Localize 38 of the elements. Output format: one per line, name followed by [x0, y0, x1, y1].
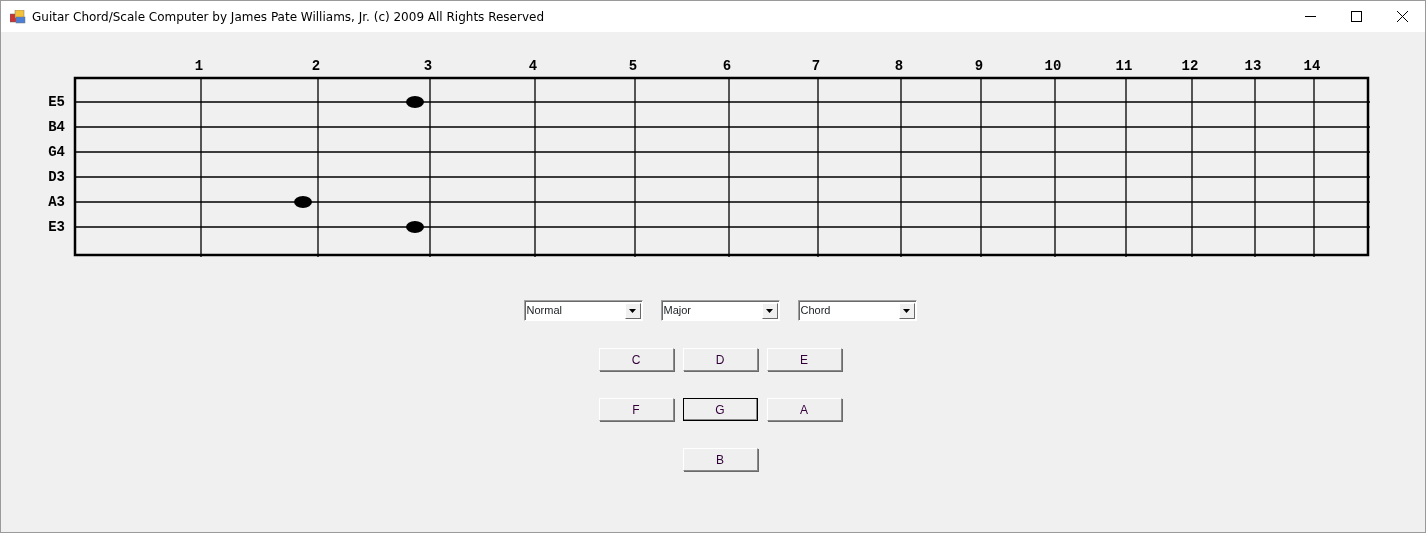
note-button[interactable]: B: [682, 448, 758, 471]
fret-number: 12: [1181, 58, 1199, 74]
string-label: E3: [48, 219, 65, 235]
note-button[interactable]: E: [766, 348, 842, 371]
string-label: A3: [48, 194, 65, 210]
minimize-icon: [1304, 15, 1316, 18]
dropdown[interactable]: Normal: [523, 300, 643, 321]
fret-number: 3: [423, 58, 433, 74]
fret-number: 9: [974, 58, 984, 74]
fret-number: 7: [811, 58, 821, 74]
note-button[interactable]: F: [598, 398, 674, 421]
dropdown-arrow-icon: [629, 308, 636, 313]
fret-number: 11: [1115, 58, 1133, 74]
fret-number: 8: [894, 58, 904, 74]
fret-number: 14: [1303, 58, 1321, 74]
string-label: D3: [48, 169, 65, 185]
maximize-icon: [1350, 11, 1362, 22]
close-icon: [1396, 11, 1408, 22]
fret-number: 1: [194, 58, 204, 74]
fret-number: 4: [528, 58, 538, 74]
fret-number: 2: [311, 58, 321, 74]
string-label: E5: [48, 94, 65, 110]
fret-number: 5: [628, 58, 638, 74]
app-icon: [10, 9, 26, 24]
dropdown[interactable]: Major: [660, 300, 780, 321]
note-button[interactable]: G: [682, 398, 758, 421]
string-label: B4: [48, 119, 65, 135]
fret-number: 13: [1244, 58, 1262, 74]
fret-number: 10: [1044, 58, 1062, 74]
string-label: G4: [48, 144, 65, 160]
dropdown-arrow-icon: [766, 308, 773, 313]
fret-number: 6: [722, 58, 732, 74]
note-button[interactable]: C: [598, 348, 674, 371]
window-title: Guitar Chord/Scale Computer by James Pate Williams, Jr. (c) 2009 All Rights Reserved: [32, 8, 545, 26]
dropdown[interactable]: Chord: [797, 300, 917, 321]
note-button[interactable]: D: [682, 348, 758, 371]
note-button[interactable]: A: [766, 398, 842, 421]
dropdown-arrow-icon: [903, 308, 910, 313]
